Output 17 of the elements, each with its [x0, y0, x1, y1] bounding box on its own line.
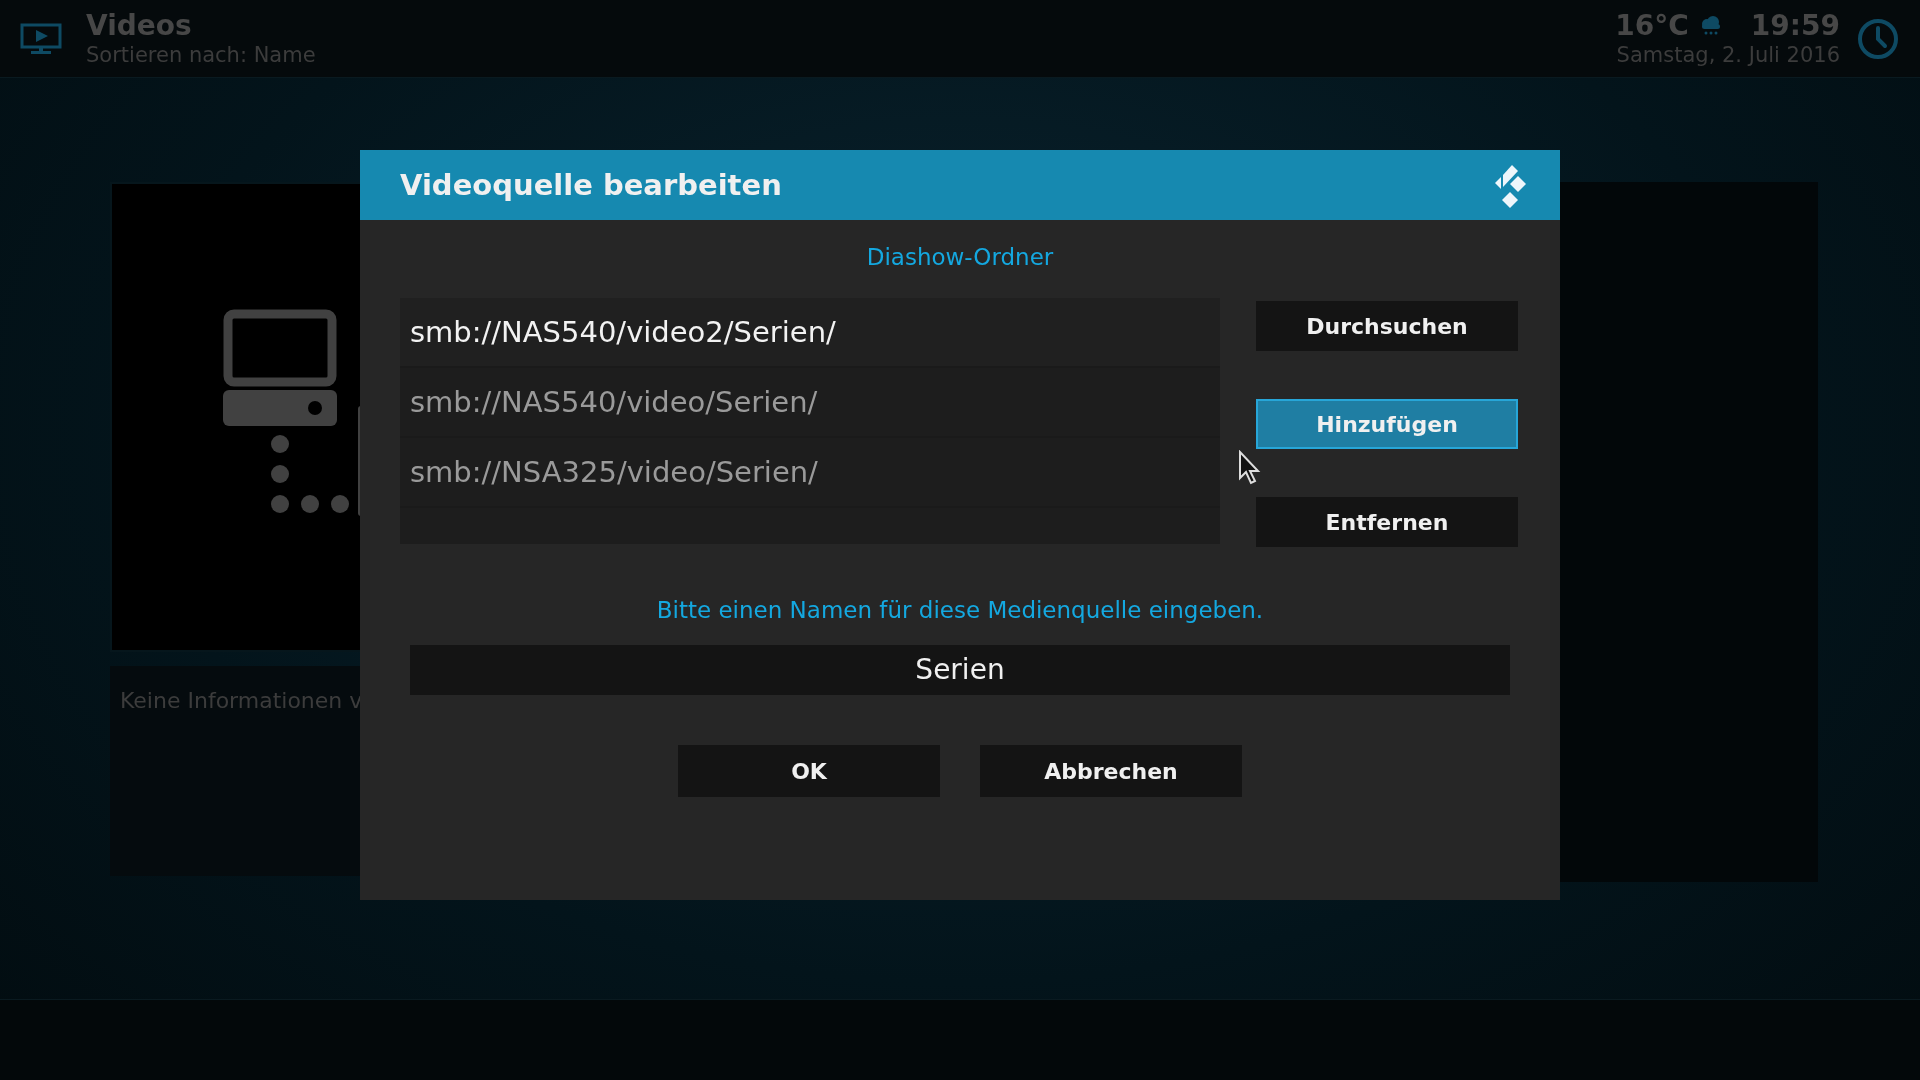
action-button[interactable]: Durchsuchen [1256, 301, 1518, 351]
clock-time: 19:59 [1750, 9, 1840, 42]
tv-icon [20, 22, 62, 55]
action-button[interactable]: Hinzufügen [1256, 399, 1518, 449]
section-label: Diashow-Ordner [866, 244, 1054, 270]
path-item[interactable]: smb://NAS540/video/Serien/ [400, 368, 1220, 438]
page-title: Videos [86, 9, 193, 42]
mouse-pointer-icon [1238, 450, 1262, 486]
name-field[interactable]: Serien [410, 645, 1510, 695]
clock-icon [1856, 16, 1900, 61]
path-item[interactable]: smb://NSA325/video/Serien/ [400, 438, 1220, 508]
dialog-button[interactable]: Abbrechen [980, 745, 1242, 797]
temperature: 16°C [1615, 9, 1689, 42]
dialog-button[interactable]: OK [678, 745, 940, 797]
action-button[interactable]: Entfernen [1256, 497, 1518, 547]
name-prompt: Bitte einen Namen für diese Medienquelle eingeben. [656, 597, 1264, 623]
dialog-title: Videoquelle bearbeiten [400, 168, 782, 202]
